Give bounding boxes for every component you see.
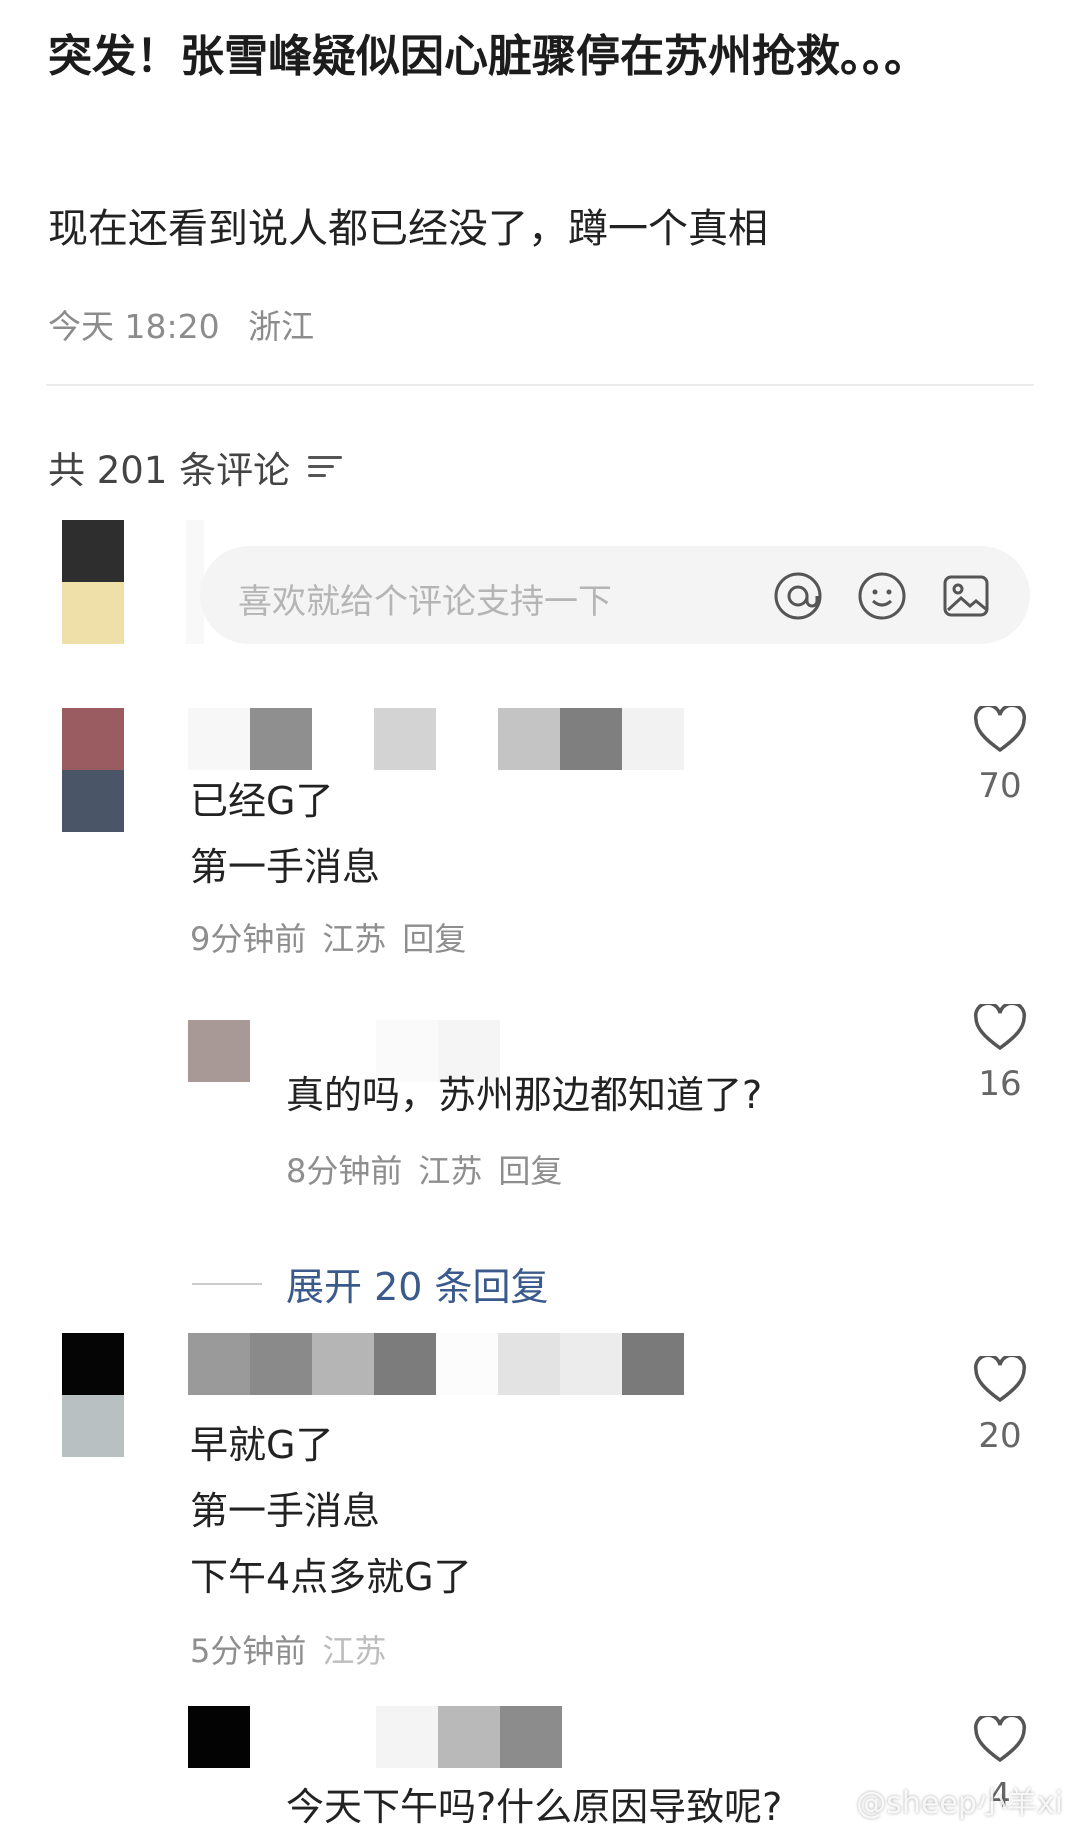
my-avatar xyxy=(62,520,124,644)
username-pixel xyxy=(250,1333,312,1395)
username-pixel xyxy=(312,708,374,770)
username-pixel xyxy=(376,1706,438,1768)
username-pixel xyxy=(622,1333,684,1395)
heart-icon[interactable] xyxy=(973,1353,1027,1404)
comment-meta: 5分钟前 江苏 xyxy=(190,1626,402,1672)
comment-text: 真的吗，苏州那边都知道了? xyxy=(286,1062,762,1128)
comment-time: 5分钟前 xyxy=(190,1632,307,1670)
comment-line: 第一手消息 xyxy=(190,1489,381,1533)
comment-line: 下午4点多就G了 xyxy=(190,1555,472,1599)
like-control[interactable]: 20 xyxy=(950,1353,1050,1456)
heart-icon[interactable] xyxy=(973,1001,1027,1052)
avatar[interactable] xyxy=(188,1706,250,1768)
expand-label: 展开 20 条回复 xyxy=(286,1265,549,1309)
username-pixel xyxy=(188,708,250,770)
reply-button[interactable]: 回复 xyxy=(402,920,466,958)
username[interactable] xyxy=(188,1333,684,1395)
sort-icon[interactable] xyxy=(308,454,343,480)
like-count: 16 xyxy=(978,1064,1022,1104)
comment-location: 江苏 xyxy=(322,920,387,958)
username-pixel xyxy=(188,1333,250,1395)
username-pixel xyxy=(436,708,498,770)
divider xyxy=(46,384,1034,386)
post-time: 今天 18:20 xyxy=(48,307,220,346)
avatar[interactable] xyxy=(62,708,124,832)
expand-replies-button[interactable]: 展开 20 条回复 xyxy=(192,1256,549,1311)
expand-line xyxy=(192,1282,262,1285)
comment-location: 江苏 xyxy=(322,1632,387,1670)
username-pixel xyxy=(500,1706,562,1768)
post-location: 浙江 xyxy=(248,307,315,346)
comment-count: 共 201 条评论 xyxy=(48,449,291,492)
comment-text: 已经G了 第一手消息 xyxy=(190,768,380,900)
avatar[interactable] xyxy=(62,1333,124,1457)
comment-time: 8分钟前 xyxy=(286,1152,403,1190)
username[interactable] xyxy=(188,708,684,770)
username-pixel xyxy=(250,708,312,770)
emoji-icon[interactable] xyxy=(856,570,908,622)
username-pixel xyxy=(438,1706,500,1768)
username-pixel xyxy=(436,1333,498,1395)
post-meta: 今天 18:20 浙江 xyxy=(48,300,314,348)
username[interactable] xyxy=(314,1706,562,1768)
at-icon[interactable] xyxy=(772,570,824,622)
username-pixel xyxy=(314,1706,376,1768)
avatar[interactable] xyxy=(188,1020,250,1082)
post-title: 突发！张雪峰疑似因心脏骤停在苏州抢救。。。 xyxy=(48,31,928,82)
heart-icon[interactable] xyxy=(973,703,1027,754)
comment-line: 早就G了 xyxy=(190,1423,334,1467)
heart-icon[interactable] xyxy=(973,1713,1027,1764)
comment-text: 早就G了 第一手消息 下午4点多就G了 xyxy=(190,1412,472,1610)
comment-meta: 8分钟前 江苏 回复 xyxy=(286,1146,578,1192)
comment-line: 今天下午吗?什么原因导致呢? xyxy=(286,1785,783,1829)
username-pixel xyxy=(498,708,560,770)
comment-time: 9分钟前 xyxy=(190,920,307,958)
username-pixel xyxy=(374,1333,436,1395)
comment-count-header: 共 201 条评论 xyxy=(48,440,343,494)
post-body: 现在还看到说人都已经没了，蹲一个真相 xyxy=(48,206,768,252)
comment-line: 真的吗，苏州那边都知道了? xyxy=(286,1073,763,1117)
comment-line: 第一手消息 xyxy=(190,845,381,889)
comment-input-placeholder: 喜欢就给个评论支持一下 xyxy=(238,582,612,622)
username-pixel xyxy=(498,1333,560,1395)
comment-text: 今天下午吗?什么原因导致呢? xyxy=(286,1774,782,1840)
like-control[interactable]: 70 xyxy=(950,703,1050,806)
reply-button[interactable]: 回复 xyxy=(498,1152,562,1190)
username-pixel xyxy=(560,1333,622,1395)
watermark: @sheep小羊xi xyxy=(856,1786,1063,1821)
username-pixel xyxy=(622,708,684,770)
username-pixel xyxy=(374,708,436,770)
like-control[interactable]: 16 xyxy=(950,1001,1050,1104)
comment-meta: 9分钟前 江苏 回复 xyxy=(190,914,482,960)
like-count: 20 xyxy=(978,1416,1022,1456)
like-count: 70 xyxy=(978,766,1022,806)
comment-line: 已经G了 xyxy=(190,779,334,823)
image-icon[interactable] xyxy=(940,570,992,622)
comment-location: 江苏 xyxy=(418,1152,483,1190)
username-pixel xyxy=(560,708,622,770)
username-pixel xyxy=(312,1333,374,1395)
